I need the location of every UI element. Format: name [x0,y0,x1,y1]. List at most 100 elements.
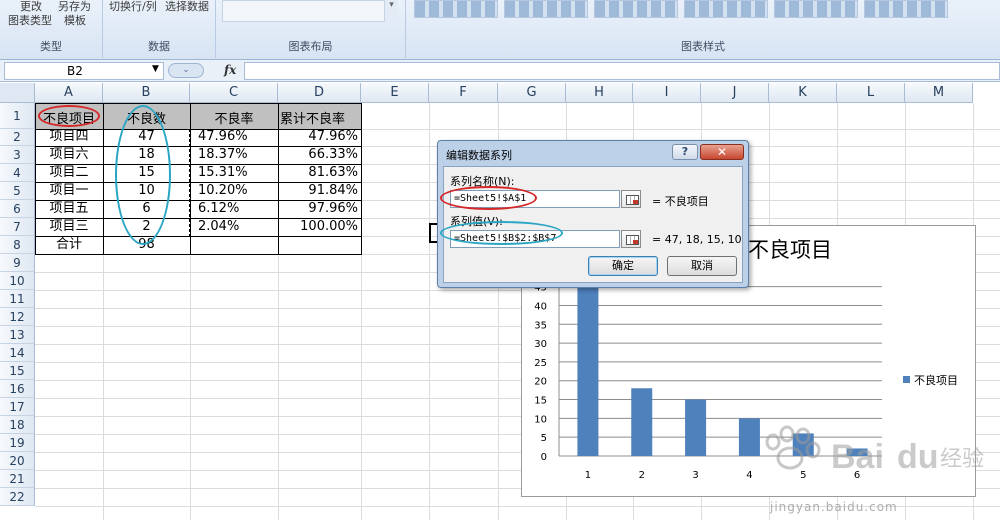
table-cell-border [35,182,104,201]
column-header-i[interactable]: I [633,83,701,103]
row-header[interactable]: 4 [0,164,35,182]
column-header-c[interactable]: C [190,83,278,103]
y-tick-label: 20 [534,377,547,388]
row-header[interactable]: 12 [0,308,35,326]
column-header-j[interactable]: J [701,83,769,103]
column-header-l[interactable]: L [837,83,905,103]
table-cell-border [190,200,279,219]
column-header-a[interactable]: A [35,83,103,103]
close-button[interactable]: ✕ [700,144,744,160]
table-cell-border [278,129,362,147]
ribbon-group-label: 类型 [40,40,62,53]
chart-style-swatch[interactable] [414,0,498,18]
x-tick-label: 1 [585,470,591,481]
ribbon-group-type: 更改 另存为 图表类型 模板 类型 [0,0,103,58]
ribbon-group-label: 图表布局 [288,40,333,53]
change-button[interactable]: 更改 [20,0,42,14]
svg-text:du: du [897,438,939,476]
row-header[interactable]: 7 [0,218,35,236]
row-header[interactable]: 5 [0,182,35,200]
switch-row-col-button[interactable]: 切换行/列 [109,0,157,14]
name-box[interactable]: B2 [4,62,164,80]
save-as-button[interactable]: 另存为 [58,0,91,14]
table-cell-border [190,146,279,165]
help-button[interactable]: ? [672,144,698,160]
chart-type-button[interactable]: 图表类型 [8,14,52,28]
select-all-corner[interactable] [0,83,35,103]
chart-layout-gallery[interactable] [222,0,398,22]
y-tick-label: 35 [534,320,547,331]
column-header-b[interactable]: B [103,83,190,103]
ribbon-group-label: 数据 [148,40,170,53]
y-tick-label: 25 [534,358,547,369]
range-picker-icon[interactable] [621,190,641,208]
chart-style-swatch[interactable] [684,0,768,18]
formula-bar-expand-icon[interactable]: ⌄ [168,63,204,78]
row-header[interactable]: 3 [0,146,35,164]
y-tick-label: 0 [541,452,547,463]
table-cell-border [278,182,362,201]
column-header-k[interactable]: K [769,83,837,103]
table-cell-border [190,164,279,183]
chart-title[interactable]: 不良项目 [748,234,832,264]
x-tick-label: 2 [639,470,645,481]
formula-input[interactable] [244,62,1000,80]
table-cell-border [278,164,362,183]
ribbon-group-label: 图表样式 [681,40,725,53]
row-header[interactable]: 20 [0,452,35,470]
row-header[interactable]: 15 [0,362,35,380]
column-header-h[interactable]: H [566,83,633,103]
name-box-dropdown-icon[interactable]: ▼ [152,64,159,74]
red-highlight-ellipse [440,186,537,210]
ribbon-group-data: 切换行/列 选择数据 数据 [103,0,216,58]
row-header[interactable]: 18 [0,416,35,434]
row-header[interactable]: 21 [0,470,35,488]
table-cell-border [190,218,279,237]
row-header[interactable]: 19 [0,434,35,452]
ribbon: 更改 另存为 图表类型 模板 类型 切换行/列 选择数据 数据 图表布局 ▾ 图… [0,0,1000,60]
column-header-g[interactable]: G [498,83,566,103]
row-header[interactable]: 10 [0,272,35,290]
gridline-vertical [429,103,430,520]
y-tick-label: 40 [534,301,547,312]
column-header-f[interactable]: F [429,83,498,103]
row-header[interactable]: 2 [0,129,35,146]
chart-style-swatch[interactable] [504,0,588,18]
column-header-e[interactable]: E [361,83,429,103]
chart-style-swatch[interactable] [594,0,678,18]
cancel-button[interactable]: 取消 [667,256,737,276]
dialog-title: 编辑数据系列 [446,149,512,162]
table-cell-border [278,146,362,165]
table-cell-border [190,236,279,255]
svg-text:经验: 经验 [940,447,984,472]
series-values-preview: = 47, 18, 15, 10... [652,233,742,246]
template-button[interactable]: 模板 [64,14,86,28]
formula-bar: B2 ▼ ⌄ fx [0,60,1000,82]
row-header[interactable]: 13 [0,326,35,344]
insert-function-icon[interactable]: fx [224,63,236,77]
column-header-d[interactable]: D [278,83,361,103]
row-header[interactable]: 11 [0,290,35,308]
ok-button[interactable]: 确定 [588,256,658,276]
column-header-m[interactable]: M [905,83,973,103]
row-header[interactable]: 6 [0,200,35,218]
row-header[interactable]: 16 [0,380,35,398]
row-header[interactable]: 14 [0,344,35,362]
y-tick-label: 5 [541,433,547,444]
chart-style-swatch[interactable] [864,0,948,18]
baidu-watermark-logo: Bai du 经验 [735,420,995,510]
select-data-button[interactable]: 选择数据 [165,0,209,14]
row-header[interactable]: 9 [0,254,35,272]
row-header[interactable]: 22 [0,488,35,506]
legend-label: 不良项目 [914,373,958,387]
chart-bar [577,279,599,456]
gallery-scroll-down-icon[interactable]: ▾ [384,0,398,22]
row-header[interactable]: 17 [0,398,35,416]
x-tick-label: 3 [692,470,698,481]
chart-style-swatch[interactable] [774,0,858,18]
row-header[interactable]: 1 [0,103,35,129]
y-tick-label: 10 [534,414,547,425]
row-header[interactable]: 8 [0,236,35,254]
blue-highlight-ellipse [440,221,563,245]
range-picker-icon[interactable] [621,230,641,248]
